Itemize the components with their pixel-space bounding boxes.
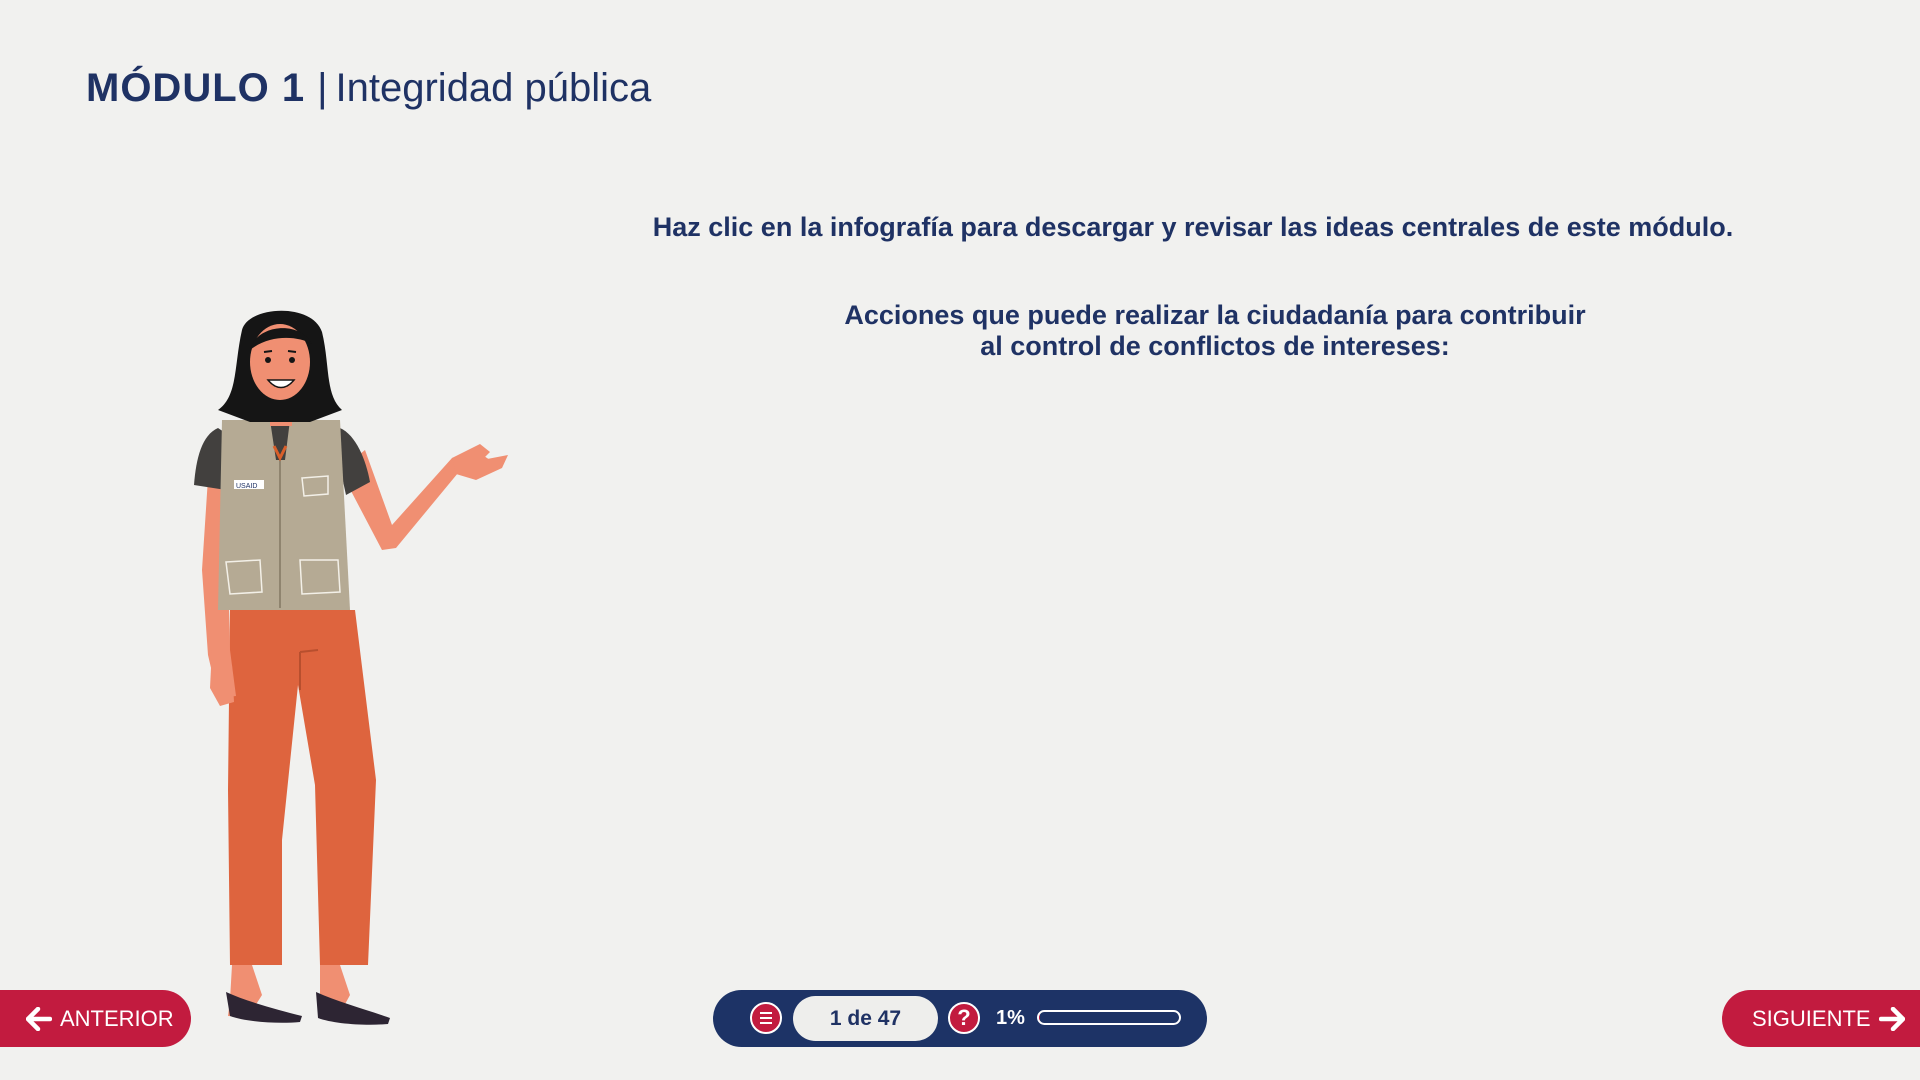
next-button-label: SIGUIENTE — [1752, 1005, 1871, 1031]
infographic-instruction: Haz clic en la infografía para descargar… — [652, 212, 1734, 242]
module-title: MÓDULO 1 | Integridad pública — [86, 62, 651, 114]
progress-fill — [1039, 1012, 1041, 1023]
menu-icon[interactable] — [750, 1002, 782, 1034]
usaid-badge: USAID — [236, 483, 257, 490]
progress-percentage: 1% — [996, 1007, 1025, 1029]
infographic-heading-line1: Acciones que puede realizar la ciudadaní… — [844, 300, 1586, 330]
previous-button-label: ANTERIOR — [60, 1005, 174, 1031]
progress-bar — [1037, 1010, 1181, 1025]
guide-character-illustration: USAID — [194, 310, 508, 1025]
module-number: MÓDULO 1 — [86, 66, 306, 110]
next-button[interactable]: SIGUIENTE — [1722, 990, 1920, 1047]
previous-button[interactable]: ANTERIOR — [0, 990, 191, 1047]
page-indicator: 1 de 47 — [793, 996, 938, 1041]
module-topic: Integridad pública — [335, 66, 652, 110]
infographic-heading[interactable]: Acciones que puede realizar la ciudadaní… — [740, 300, 1690, 362]
infographic-heading-line2: al control de conflictos de intereses: — [980, 331, 1450, 361]
help-icon[interactable]: ? — [948, 1002, 980, 1034]
title-separator: | — [317, 66, 328, 110]
arrow-left-icon — [26, 1006, 52, 1031]
course-control-bar: 1 de 47 ? 1% — [713, 990, 1207, 1047]
arrow-right-icon — [1878, 1006, 1905, 1031]
